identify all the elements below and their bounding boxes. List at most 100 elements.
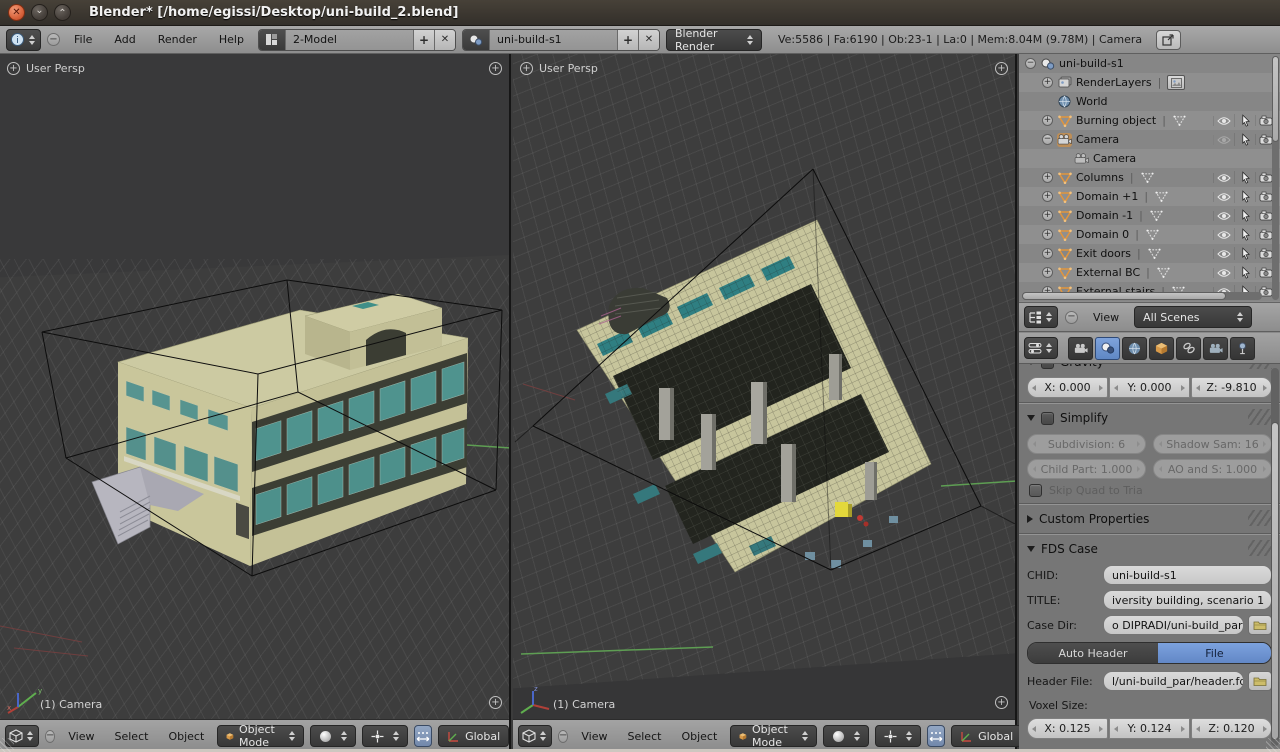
outliner-vertical-scrollbar[interactable] [1272,56,1279,300]
orientation-dropdown[interactable]: Global [951,725,1022,747]
item-label[interactable]: uni-build-s1 [1059,57,1124,70]
voxel-x-field[interactable]: X: 0.125 [1027,718,1108,739]
hide-eye-toggle[interactable] [1213,230,1234,240]
tab-world[interactable] [1122,337,1147,360]
pivot-dropdown[interactable] [362,725,408,747]
expand-icon[interactable] [1042,191,1053,202]
bottom-plus-icon[interactable] [489,696,502,709]
editor-spinner-icon[interactable] [1044,343,1054,353]
menu-object[interactable]: Object [674,730,724,743]
custom-properties-header[interactable]: Custom Properties [1027,508,1272,530]
orientation-dropdown[interactable]: Global [438,725,509,747]
outliner-row-burning-object[interactable]: Burning object [1019,111,1280,130]
close-button[interactable] [8,4,25,21]
selectable-toggle[interactable] [1234,171,1255,184]
tab-scene[interactable] [1095,337,1120,360]
item-label[interactable]: Camera [1093,152,1136,165]
properties-scrollbar[interactable] [1271,368,1279,746]
panel-title[interactable]: FDS Case [1041,542,1098,556]
fds-case-header[interactable]: FDS Case [1027,538,1272,560]
editor-type-selector[interactable] [1024,337,1058,359]
outliner-row-world[interactable]: World [1019,92,1280,111]
viewport-left-canvas[interactable]: User Persp (1) Camera y x [0,54,509,719]
manipulator-toggle[interactable] [927,725,945,747]
outliner-row-domain-m1[interactable]: Domain -1 [1019,206,1280,225]
editor-spinner-icon[interactable] [1044,312,1054,322]
scene-name-value[interactable]: uni-build-s1 [489,30,617,50]
resize-grip-icon[interactable] [0,738,14,752]
toolshelf-plus-icon[interactable] [520,62,533,75]
tab-object[interactable] [1149,337,1174,360]
subdivision-field[interactable]: Subdivision: 6 [1027,434,1146,454]
child-particles-field[interactable]: Child Part: 1.000 [1027,459,1146,479]
shading-dropdown[interactable] [310,725,356,747]
properties-shelf-plus-icon[interactable] [995,62,1008,75]
hide-eye-toggle[interactable] [1213,116,1234,126]
auto-header-button[interactable]: Auto Header [1028,643,1158,663]
item-label[interactable]: RenderLayers [1076,76,1152,89]
add-layout-button[interactable] [413,30,434,50]
menu-add[interactable]: Add [106,33,143,46]
editor-type-selector[interactable] [518,725,552,747]
selectable-toggle[interactable] [1234,247,1255,260]
collapse-menus-icon[interactable] [558,730,568,743]
viewport-right-canvas[interactable]: User Persp (1) Camera z [513,54,1015,719]
outliner-row-scene[interactable]: uni-build-s1 [1019,54,1280,73]
item-label[interactable]: External BC [1076,266,1140,279]
properties-shelf-plus-icon[interactable] [489,62,502,75]
collapse-icon[interactable] [1025,58,1036,69]
case-dir-input[interactable]: o DIPRADI/uni-build_par/ [1103,615,1244,635]
outliner[interactable]: uni-build-s1 RenderLayers World [1019,54,1280,302]
add-scene-button[interactable] [617,30,638,50]
title-input[interactable]: iversity building, scenario 1 [1103,590,1272,610]
hide-eye-toggle[interactable] [1213,192,1234,202]
selectable-toggle[interactable] [1234,266,1255,279]
header-file-input[interactable]: l/uni-build_par/header.fds [1103,671,1244,691]
manipulator-toggle[interactable] [414,725,432,747]
hide-eye-toggle[interactable] [1213,135,1234,145]
editor-spinner-icon[interactable] [25,731,35,741]
shadow-samples-field[interactable]: Shadow Sam: 16 [1153,434,1272,454]
outliner-row-domain-p1[interactable]: Domain +1 [1019,187,1280,206]
editor-spinner-icon[interactable] [538,731,548,741]
scrollbar-thumb[interactable] [1272,56,1279,142]
duplicate-window-button[interactable] [1156,30,1181,50]
scrollbar-thumb[interactable] [1022,292,1226,300]
outliner-row-columns[interactable]: Columns [1019,168,1280,187]
outliner-row-renderlayers[interactable]: RenderLayers [1019,73,1280,92]
browse-case-dir-button[interactable] [1248,615,1272,635]
renderlayer-button[interactable] [1167,75,1185,90]
hide-eye-toggle[interactable] [1213,249,1234,259]
menu-file[interactable]: File [66,33,100,46]
skip-quad-checkbox[interactable] [1029,484,1042,497]
menu-view[interactable]: View [1085,311,1127,324]
browse-header-file-button[interactable] [1248,671,1272,691]
selectable-toggle[interactable] [1234,133,1255,146]
panel-title[interactable]: Gravity [1060,364,1104,369]
hide-eye-toggle[interactable] [1213,211,1234,221]
hide-eye-toggle[interactable] [1213,173,1234,183]
selectable-toggle[interactable] [1234,209,1255,222]
item-label[interactable]: Domain +1 [1076,190,1138,203]
panel-arrow-icon[interactable] [1027,364,1035,365]
screen-layout-selector[interactable]: 2-Model [258,29,456,51]
properties-panel[interactable]: Gravity X: 0.000 Y: 0.000 Z: -9.810 Simp… [1019,364,1280,752]
outliner-horizontal-scrollbar[interactable] [1022,292,1262,300]
editor-type-selector[interactable]: i [6,29,41,51]
gravity-checkbox[interactable] [1041,364,1054,369]
expand-icon[interactable] [1042,115,1053,126]
minimize-button[interactable] [31,4,48,21]
tab-physics[interactable] [1230,337,1255,360]
panel-title[interactable]: Simplify [1060,411,1108,425]
item-label[interactable]: Burning object [1076,114,1156,127]
mode-dropdown[interactable]: Object Mode [730,725,817,747]
tab-render[interactable] [1068,337,1093,360]
pivot-dropdown[interactable] [875,725,921,747]
panel-arrow-icon[interactable] [1027,546,1035,552]
selectable-toggle[interactable] [1234,228,1255,241]
voxel-y-field[interactable]: Y: 0.124 [1109,718,1190,739]
screen-layout-value[interactable]: 2-Model [285,30,413,50]
toolshelf-plus-icon[interactable] [7,62,20,75]
item-label[interactable]: Exit doors [1076,247,1131,260]
collapse-menus-icon[interactable] [45,730,55,743]
